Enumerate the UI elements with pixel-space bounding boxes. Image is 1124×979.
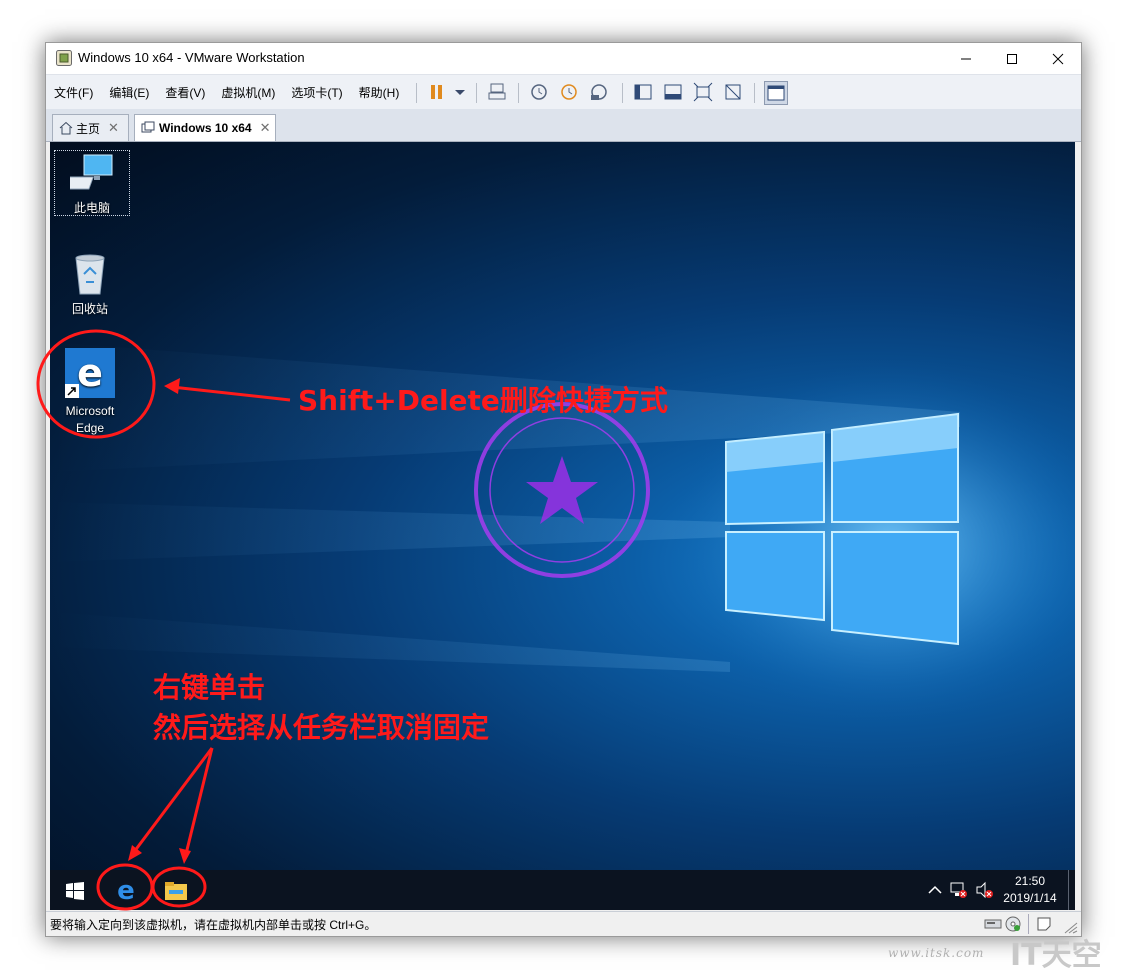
edge-icon: e <box>65 348 115 398</box>
console-view-icon[interactable] <box>764 81 788 105</box>
toolbar-separator <box>518 83 519 103</box>
file-explorer-icon[interactable] <box>163 880 189 902</box>
snapshot-manager-icon[interactable] <box>588 81 610 103</box>
svg-text:e: e <box>77 351 103 395</box>
menu-help[interactable]: 帮助(H) <box>359 84 400 101</box>
vmware-app-icon <box>56 50 72 66</box>
taskbar: e 21:50 2019/1/14 <box>50 870 1075 910</box>
menu-tabs[interactable]: 选项卡(T) <box>291 84 342 101</box>
revert-snapshot-icon[interactable] <box>558 81 580 103</box>
close-tab-icon[interactable]: ✕ <box>108 120 119 136</box>
full-screen-icon[interactable] <box>692 81 714 103</box>
toolbar-separator <box>622 83 623 103</box>
desktop-icon-label: 此电脑 <box>73 201 110 215</box>
taskbar-annotation-line-1: 右键单击 <box>153 671 266 704</box>
menu-file[interactable]: 文件(F) <box>54 84 93 101</box>
desktop-icon-label: 回收站 <box>71 302 108 316</box>
toolbar-separator <box>416 83 417 103</box>
pause-icon[interactable] <box>426 81 448 103</box>
tab-windows-10-x64[interactable]: Windows 10 x64 ✕ <box>134 114 276 141</box>
chevron-down-icon[interactable] <box>449 81 471 103</box>
thumbnail-bar-icon[interactable] <box>662 81 684 103</box>
show-library-icon[interactable] <box>632 81 654 103</box>
volume-muted-icon[interactable] <box>975 881 993 899</box>
minimize-icon <box>961 58 971 59</box>
toolbar-separator <box>476 83 477 103</box>
tab-home[interactable]: 主页 ✕ <box>52 114 129 141</box>
toolbar-separator <box>754 83 755 103</box>
taskbar-clock[interactable]: 21:50 2019/1/14 <box>1000 873 1060 907</box>
desktop-icon-label: Microsoft Edge <box>65 404 115 435</box>
desktop-icon-microsoft-edge[interactable]: e Microsoft Edge <box>52 348 128 437</box>
status-message: 要将输入定向到该虚拟机，请在虚拟机内部单击或按 Ctrl+G。 <box>50 918 377 932</box>
window-title: Windows 10 x64 - VMware Workstation <box>78 50 305 65</box>
brand-watermark: IT天空 <box>1010 938 1102 973</box>
send-ctrl-alt-del-icon[interactable] <box>486 81 508 103</box>
show-desktop-divider[interactable] <box>1068 870 1069 910</box>
close-button[interactable] <box>1035 43 1081 74</box>
tab-bar: 主页 ✕ Windows 10 x64 ✕ <box>46 109 1081 142</box>
windows-10-wallpaper <box>50 342 1075 722</box>
taskbar-annotation-line-2: 然后选择从任务栏取消固定 <box>153 711 490 744</box>
desktop-icon-recycle-bin[interactable]: 回收站 <box>52 250 128 318</box>
minimize-button[interactable] <box>943 43 989 74</box>
vmware-window: Windows 10 x64 - VMware Workstation 文件(F… <box>45 42 1082 937</box>
close-icon <box>1052 53 1064 64</box>
taskbar-edge-icon[interactable]: e <box>112 876 140 904</box>
menu-bar: 文件(F) 编辑(E) 查看(V) 虚拟机(M) 选项卡(T) 帮助(H) <box>54 84 415 101</box>
hard-disk-icon[interactable] <box>984 916 1002 932</box>
clock-date: 2019/1/14 <box>1003 891 1057 905</box>
vm-icon <box>141 121 155 133</box>
windows-start-icon[interactable] <box>66 882 84 900</box>
svg-text:e: e <box>117 876 135 904</box>
close-tab-icon[interactable]: ✕ <box>260 120 271 136</box>
maximize-button[interactable] <box>989 43 1035 74</box>
status-bar: 要将输入定向到该虚拟机，请在虚拟机内部单击或按 Ctrl+G。 <box>46 911 1081 936</box>
unity-mode-icon[interactable] <box>722 81 744 103</box>
title-bar[interactable]: Windows 10 x64 - VMware Workstation <box>46 43 1081 74</box>
tab-vm-label: Windows 10 x64 <box>159 121 252 135</box>
desktop-icon-this-pc[interactable]: 此电脑 <box>54 150 130 216</box>
snapshot-icon[interactable] <box>528 81 550 103</box>
edge-annotation-text: Shift+Delete删除快捷方式 <box>298 384 668 417</box>
network-disconnected-icon[interactable] <box>950 881 968 899</box>
chevron-up-icon[interactable] <box>928 885 942 895</box>
menu-edit[interactable]: 编辑(E) <box>109 84 149 101</box>
clock-time: 21:50 <box>1014 874 1046 888</box>
menu-toolbar: 文件(F) 编辑(E) 查看(V) 虚拟机(M) 选项卡(T) 帮助(H) <box>46 74 1081 110</box>
this-pc-icon <box>62 154 113 190</box>
home-icon <box>59 121 73 135</box>
maximize-icon <box>1007 53 1017 64</box>
menu-vm[interactable]: 虚拟机(M) <box>221 84 275 101</box>
menu-view[interactable]: 查看(V) <box>165 84 205 101</box>
vm-screen[interactable]: 此电脑 回收站 e Microsoft Edge e 21:50 2019/1/… <box>50 142 1075 910</box>
recycle-bin-icon <box>75 254 105 295</box>
site-watermark: www.itsk.com <box>888 946 985 960</box>
tab-home-label: 主页 <box>76 121 101 136</box>
